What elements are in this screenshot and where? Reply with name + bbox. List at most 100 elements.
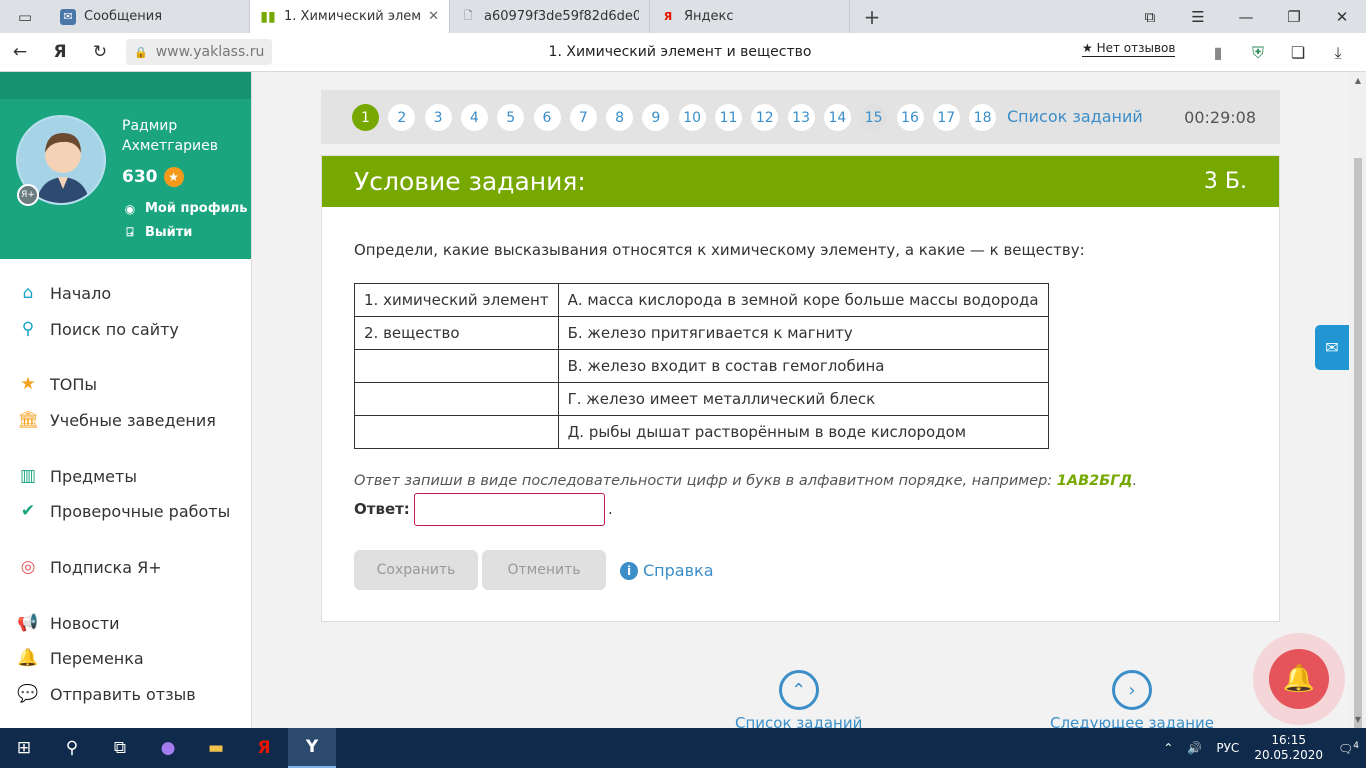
back-icon[interactable]: ← <box>0 33 40 72</box>
mail-icon[interactable]: ✉ <box>1315 325 1349 370</box>
sidebar-item-label: Проверочные работы <box>50 501 231 521</box>
sidebar-item-tops[interactable]: ★ ТОПы <box>16 372 97 396</box>
statements-table: 1. химический элемент А. масса кислорода … <box>354 283 1049 449</box>
close-window-icon[interactable]: ✕ <box>1318 0 1366 33</box>
tab-yandex[interactable]: Я Яндекс <box>650 0 850 33</box>
tab-messages[interactable]: ✉ Сообщения <box>50 0 250 33</box>
question-number-8[interactable]: 8 <box>606 104 634 131</box>
question-number-17[interactable]: 17 <box>932 104 960 131</box>
yandex-home-icon[interactable]: Я <box>40 33 80 72</box>
question-number-15[interactable]: 15 <box>860 104 888 131</box>
category-cell <box>354 349 559 383</box>
scroll-up-icon[interactable]: ▲ <box>1350 76 1366 85</box>
sidebar-item-search[interactable]: ⚲ Поиск по сайту <box>16 317 179 341</box>
notification-center-icon[interactable]: 🗨4 <box>1331 741 1366 756</box>
sidebar-item-news[interactable]: 📢 Новости <box>16 611 119 635</box>
sidebar: Я+ Радмир Ахметгариев 630 ★ ◉ Мой профил… <box>0 72 252 728</box>
collections-icon[interactable]: ❏ <box>1278 43 1318 62</box>
cancel-button[interactable]: Отменить <box>482 550 606 590</box>
table-row: Г. железо имеет металлический блеск <box>354 382 1049 416</box>
sidebar-item-break[interactable]: 🔔 Переменка <box>16 646 144 670</box>
bookmark-icon[interactable]: ▮ <box>1198 43 1238 62</box>
reload-icon[interactable]: ↻ <box>80 33 120 72</box>
task-view-icon[interactable]: ⧉ <box>96 728 144 768</box>
bookmarks-icon[interactable]: ⧉ <box>1126 0 1174 33</box>
close-tab-icon[interactable]: ✕ <box>428 9 439 24</box>
question-number-3[interactable]: 3 <box>424 104 452 131</box>
question-number-10[interactable]: 10 <box>678 104 706 131</box>
download-icon[interactable]: ⤓ <box>1318 43 1358 63</box>
tab-title: Яндекс <box>684 9 734 24</box>
page-scrollbar[interactable]: ▲ ▼ <box>1350 72 1366 728</box>
sidebar-item-home[interactable]: ⌂ Начало <box>16 281 112 305</box>
tab-chemistry[interactable]: ▮▮ 1. Химический элемент ✕ <box>250 0 450 33</box>
question-number-6[interactable]: 6 <box>533 104 561 131</box>
question-number-12[interactable]: 12 <box>751 104 779 131</box>
question-number-11[interactable]: 11 <box>715 104 742 131</box>
question-number-18[interactable]: 18 <box>969 104 997 131</box>
volume-icon[interactable]: 🔊 <box>1180 741 1209 755</box>
minimize-icon[interactable]: — <box>1222 0 1270 33</box>
profile-panel: Я+ Радмир Ахметгариев 630 ★ ◉ Мой профил… <box>0 72 251 259</box>
points-value: 630 <box>122 167 158 187</box>
question-number-13[interactable]: 13 <box>787 104 815 131</box>
windows-start-icon[interactable]: ⊞ <box>0 728 48 768</box>
sidebar-item-subjects[interactable]: ▥ Предметы <box>16 464 137 488</box>
question-number-2[interactable]: 2 <box>388 104 416 131</box>
answer-input[interactable] <box>414 493 605 526</box>
search-icon[interactable]: ⚲ <box>48 728 96 768</box>
sidebar-item-tests[interactable]: ✔ Проверочные работы <box>16 499 230 523</box>
profile-top-strip <box>0 72 251 99</box>
notification-bell[interactable]: 🔔 <box>1253 633 1345 725</box>
os-taskbar: ⊞ ⚲ ⧉ ● ▬ Я Y ⌃ 🔊 РУС 16:15 20.05.2020 🗨… <box>0 728 1366 768</box>
question-number-14[interactable]: 14 <box>823 104 851 131</box>
task-list-link[interactable]: Список заданий <box>1007 107 1143 126</box>
save-button[interactable]: Сохранить <box>354 550 478 590</box>
my-profile-link[interactable]: ◉ Мой профиль <box>122 201 248 216</box>
task-card: Условие задания: 3 Б. Определи, какие вы… <box>321 155 1280 622</box>
tray-chevron-icon[interactable]: ⌃ <box>1156 741 1180 755</box>
scroll-thumb[interactable] <box>1354 158 1362 728</box>
next-task-link[interactable]: › Следующее задание <box>1050 670 1214 732</box>
question-number-4[interactable]: 4 <box>460 104 488 131</box>
check-circle-icon: ✔ <box>20 501 36 521</box>
yandex-browser-icon[interactable]: Я <box>240 728 288 768</box>
new-tab-button[interactable]: + <box>850 0 894 33</box>
hint-end: . <box>1132 473 1138 489</box>
help-link[interactable]: i Справка <box>620 561 714 580</box>
question-number-7[interactable]: 7 <box>569 104 597 131</box>
restore-icon[interactable]: ❐ <box>1270 0 1318 33</box>
reviews-link[interactable]: ★ Нет отзывов <box>1082 41 1176 57</box>
alice-icon[interactable]: ● <box>144 728 192 768</box>
tabs-panel-icon[interactable]: ▭ <box>0 0 50 33</box>
question-number-16[interactable]: 16 <box>896 104 924 131</box>
question-text: Определи, какие высказывания относятся к… <box>354 241 1085 259</box>
tab-title: Сообщения <box>84 9 163 24</box>
language-indicator[interactable]: РУС <box>1209 741 1246 755</box>
info-icon: i <box>620 561 638 580</box>
yaklass-icon: ▮▮ <box>260 8 276 25</box>
question-number-1[interactable]: 1 <box>352 104 379 131</box>
tab-document[interactable]: 🗋 a60979f3de59f82d6de01bb <box>450 0 650 33</box>
sidebar-item-label: Начало <box>50 283 112 303</box>
sidebar-item-subscription[interactable]: ◎ Подписка Я+ <box>16 555 162 579</box>
notification-count: 4 <box>1353 740 1359 751</box>
user-name[interactable]: Радмир Ахметгариев <box>122 116 242 156</box>
question-number-5[interactable]: 5 <box>497 104 525 131</box>
sidebar-item-feedback[interactable]: 💬 Отправить отзыв <box>16 682 195 706</box>
protect-icon[interactable]: ⛨ <box>1238 43 1278 63</box>
sidebar-item-institutions[interactable]: 🏛 Учебные заведения <box>16 408 216 432</box>
bottom-task-list[interactable]: ⌃ Список заданий <box>735 670 862 732</box>
question-number-9[interactable]: 9 <box>642 104 670 131</box>
url-field[interactable]: 🔒 www.yaklass.ru <box>126 39 273 65</box>
url-text: www.yaklass.ru <box>155 44 265 60</box>
sidebar-item-label: Переменка <box>50 648 144 668</box>
chevron-right-icon: › <box>1112 670 1153 710</box>
page-title: 1. Химический элемент и вещество <box>548 44 812 60</box>
clock[interactable]: 16:15 20.05.2020 <box>1246 733 1331 763</box>
explorer-icon[interactable]: ▬ <box>192 728 240 768</box>
menu-icon[interactable]: ☰ <box>1174 0 1222 33</box>
logout-link[interactable]: ⍈ Выйти <box>122 225 192 240</box>
scroll-down-icon[interactable]: ▼ <box>1350 715 1366 724</box>
yandex-browser-active-icon[interactable]: Y <box>288 728 336 768</box>
